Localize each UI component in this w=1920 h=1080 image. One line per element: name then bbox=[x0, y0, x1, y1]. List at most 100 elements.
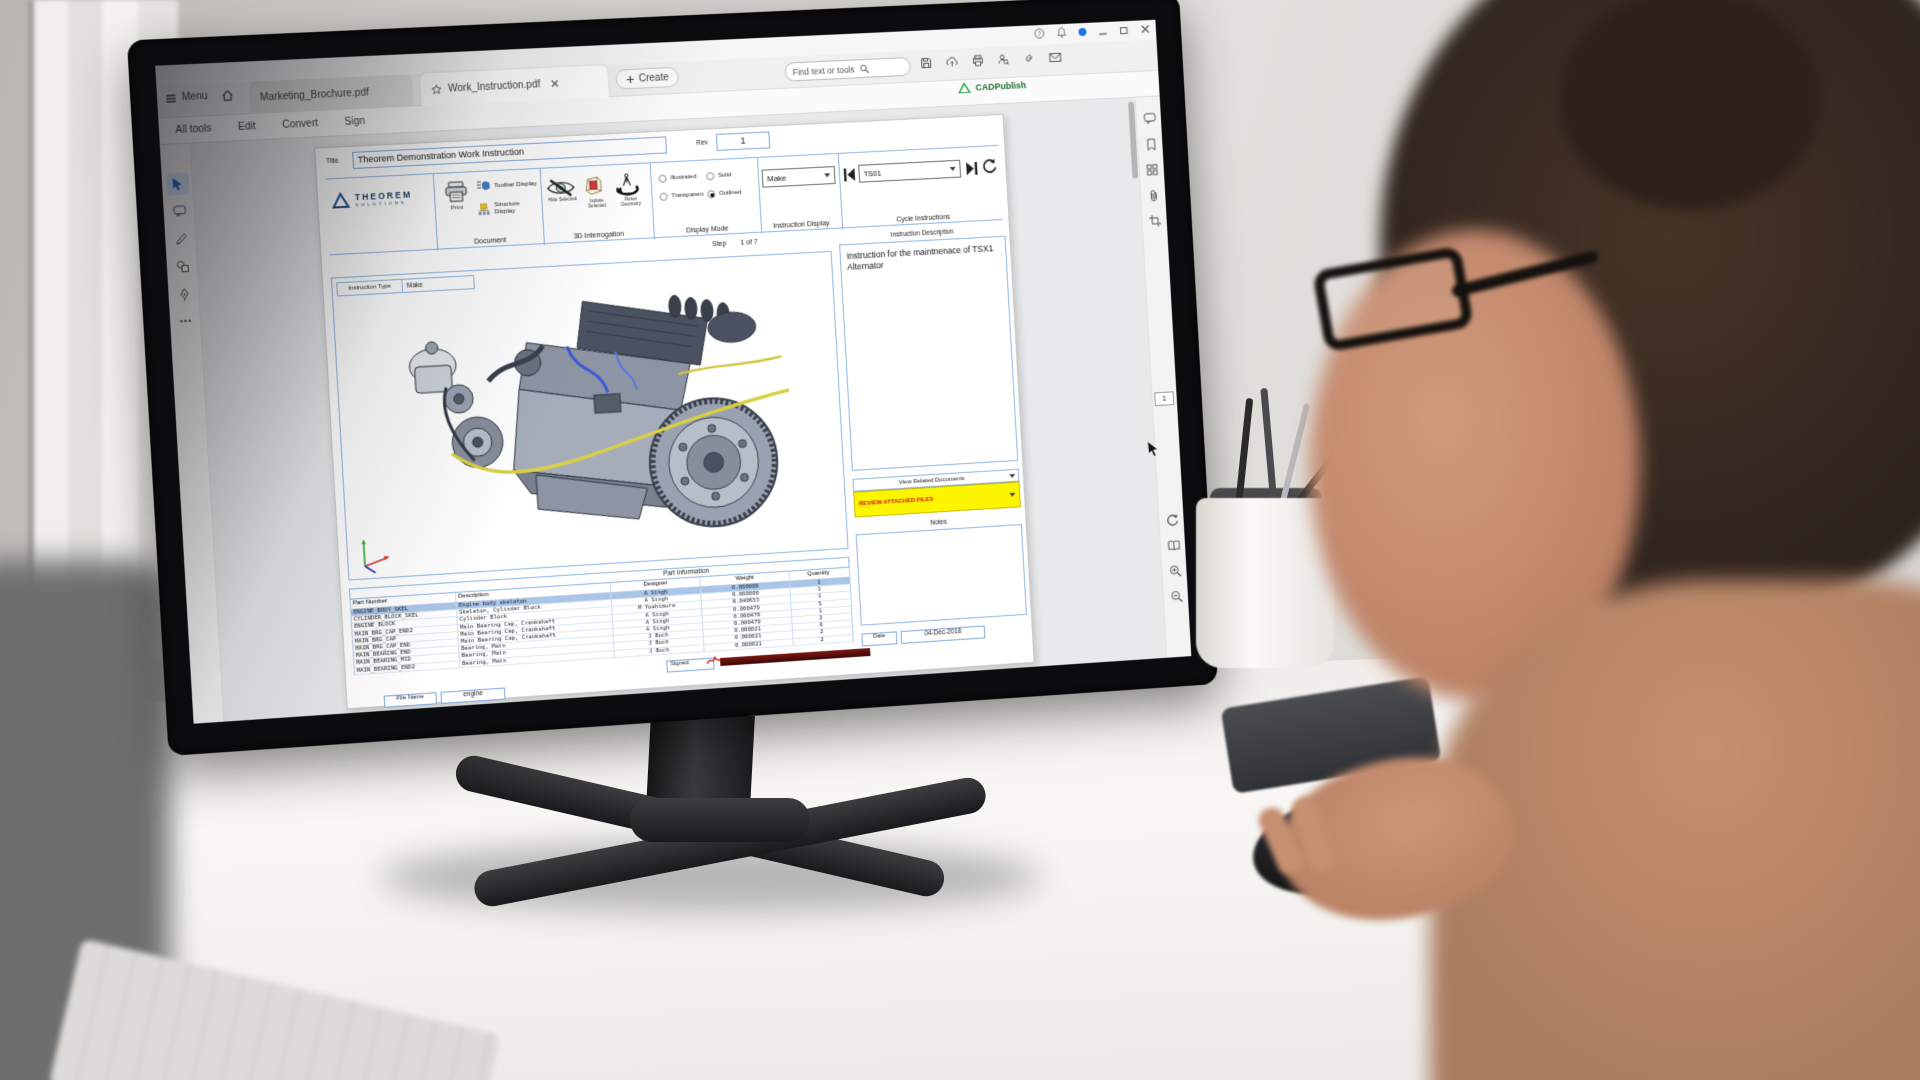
engine-3d-view[interactable] bbox=[372, 272, 812, 563]
screen: ? Menu bbox=[155, 20, 1191, 724]
radio-icon bbox=[658, 175, 666, 183]
skip-forward-icon bbox=[965, 161, 979, 176]
radio-outlined[interactable]: Outlined bbox=[707, 184, 756, 202]
attachments-panel-button[interactable] bbox=[1143, 185, 1163, 206]
sign-tool-button[interactable] bbox=[172, 282, 196, 306]
email-icon[interactable] bbox=[1049, 51, 1062, 62]
close-button[interactable] bbox=[1140, 23, 1150, 33]
shapes-tool-button[interactable] bbox=[170, 254, 194, 278]
print-button[interactable]: Print bbox=[443, 181, 469, 212]
zoom-out-button[interactable] bbox=[1166, 586, 1186, 607]
toolbar-display-label: Toolbar Display bbox=[494, 180, 537, 189]
crop-panel-button[interactable] bbox=[1145, 211, 1165, 232]
restore-button[interactable] bbox=[1119, 24, 1129, 34]
date-label: Date bbox=[862, 632, 896, 640]
reset-geometry-button[interactable]: Reset Geometry bbox=[613, 172, 647, 208]
svg-text:?: ? bbox=[1037, 31, 1041, 38]
link-icon[interactable] bbox=[1022, 52, 1035, 64]
radio-transparent[interactable]: Transparent bbox=[659, 186, 708, 204]
monitor-bezel: ? Menu bbox=[127, 0, 1218, 756]
viewport-3d[interactable]: Instruction Type Make bbox=[331, 251, 849, 581]
instruction-display-group: Make Instruction Display bbox=[759, 154, 840, 234]
pen-nib-icon bbox=[177, 287, 191, 301]
pencil-icon bbox=[174, 232, 188, 246]
print-icon[interactable] bbox=[972, 54, 984, 66]
star-icon[interactable] bbox=[431, 83, 443, 95]
axis-triad-icon bbox=[355, 534, 392, 574]
instruction-display-dropdown[interactable]: Make bbox=[762, 166, 836, 188]
minimize-button[interactable] bbox=[1098, 25, 1108, 35]
step-indicator: Step 1 of 7 bbox=[712, 239, 758, 248]
step-label: Step bbox=[712, 241, 727, 249]
cycle-instruction-dropdown[interactable]: TS01 bbox=[858, 160, 961, 183]
tools-menu-edit[interactable]: Edit bbox=[238, 121, 256, 133]
zoom-in-button[interactable] bbox=[1165, 560, 1185, 581]
hide-selected-button[interactable]: Hide Selected bbox=[545, 177, 578, 203]
read-mode-button[interactable] bbox=[1163, 535, 1183, 556]
save-icon[interactable] bbox=[920, 57, 932, 69]
monitor: ? Menu bbox=[73, 0, 1271, 817]
radio-solid[interactable]: Solid bbox=[706, 166, 755, 184]
instruction-description-box[interactable]: Instruction for the maintnenace of TSX1 … bbox=[839, 236, 1018, 471]
radio-icon bbox=[707, 190, 715, 198]
pen-cup bbox=[1196, 498, 1334, 668]
date-field[interactable]: 04-Dec-2018 bbox=[901, 625, 986, 643]
toolbar-display-button[interactable]: Toolbar Display bbox=[476, 177, 537, 192]
isolate-selected-button[interactable]: Isolate Selected bbox=[580, 173, 612, 209]
cycle-forward-button[interactable] bbox=[965, 161, 979, 176]
tools-menu-convert[interactable]: Convert bbox=[282, 118, 318, 131]
find-input[interactable]: Find text or tools bbox=[784, 57, 911, 82]
theorem-triangle-icon bbox=[330, 190, 351, 209]
cycle-back-button[interactable] bbox=[843, 167, 857, 183]
tools-menu-all-tools[interactable]: All tools bbox=[175, 123, 212, 136]
tools-menu-sign[interactable]: Sign bbox=[344, 116, 365, 128]
printer-icon bbox=[443, 181, 469, 204]
draw-tool-button[interactable] bbox=[169, 227, 193, 251]
pdf-page: Title Theorem Demonstration Work Instruc… bbox=[314, 114, 1034, 709]
select-tool-button[interactable] bbox=[166, 172, 190, 195]
refresh-view-button[interactable] bbox=[1162, 509, 1182, 530]
page-number-box[interactable]: 1 bbox=[1154, 391, 1174, 406]
tab-close-icon[interactable] bbox=[550, 79, 558, 87]
document-group-label: Document bbox=[439, 235, 542, 247]
home-button[interactable] bbox=[220, 89, 234, 103]
create-button[interactable]: Create bbox=[615, 67, 679, 90]
signed-bar bbox=[720, 648, 870, 666]
chevron-down-icon bbox=[950, 167, 956, 171]
cloud-upload-icon[interactable] bbox=[945, 56, 958, 68]
monitor-stand-base bbox=[420, 790, 1020, 900]
radio-label: Illustrated bbox=[670, 174, 696, 181]
shapes-icon bbox=[175, 259, 189, 273]
comment-tool-button[interactable] bbox=[167, 200, 191, 223]
rev-field[interactable]: 1 bbox=[716, 131, 770, 151]
hamburger-icon bbox=[165, 93, 177, 104]
chevron-down-icon bbox=[824, 173, 830, 177]
isolate-selected-label: Isolate Selected bbox=[582, 197, 613, 209]
hide-selected-label: Hide Selected bbox=[546, 196, 578, 203]
loop-arrows-icon bbox=[1165, 513, 1178, 527]
notes-box[interactable] bbox=[856, 524, 1027, 626]
display-mode-options: Illustrated Transparent SolidOutlined bbox=[658, 166, 755, 207]
help-icon[interactable]: ? bbox=[1034, 28, 1045, 39]
file-name-value[interactable]: engine bbox=[440, 688, 505, 704]
create-label: Create bbox=[638, 72, 669, 84]
thumbnails-panel-button[interactable] bbox=[1142, 159, 1162, 180]
date-label-box: Date bbox=[861, 631, 897, 646]
search-people-icon[interactable] bbox=[997, 53, 1009, 65]
zoom-in-icon bbox=[1168, 564, 1181, 578]
bookmarks-panel-button[interactable] bbox=[1141, 134, 1161, 155]
title-label: Title bbox=[326, 158, 339, 166]
tab-label: Work_Instruction.pdf bbox=[448, 79, 541, 94]
structure-display-button[interactable]: Structure Display bbox=[477, 199, 540, 216]
more-tools-button[interactable] bbox=[174, 309, 198, 333]
paperclip-icon bbox=[1149, 189, 1159, 202]
display-mode-group: IllustratedTransparentSolidOutlined Disp… bbox=[652, 158, 760, 239]
structure-display-icon bbox=[477, 202, 491, 216]
comments-panel-button[interactable] bbox=[1139, 108, 1159, 129]
notifications-icon[interactable] bbox=[1056, 27, 1067, 38]
cycle-reset-button[interactable] bbox=[981, 158, 999, 176]
grid-icon bbox=[1146, 164, 1158, 176]
app-menu-button[interactable]: Menu bbox=[165, 91, 208, 104]
interrogation-group-label: 3D Interrogation bbox=[545, 229, 651, 242]
radio-illustrated[interactable]: Illustrated bbox=[658, 169, 707, 187]
